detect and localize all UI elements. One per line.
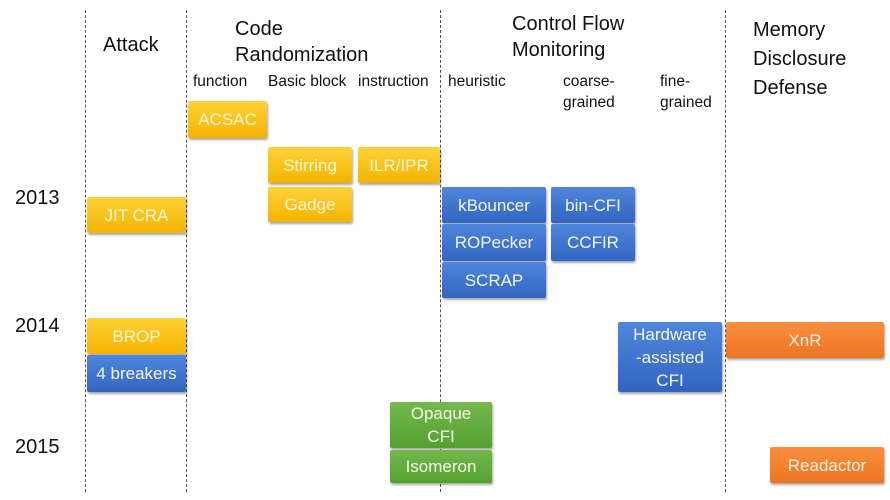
- column-divider: [725, 10, 726, 492]
- sub-basic-block: Basic block: [268, 73, 347, 90]
- box-ropecker: ROPecker: [442, 224, 546, 261]
- box-isomeron: Isomeron: [390, 450, 492, 483]
- sub-coarse-grained: coarse- grained: [563, 71, 615, 113]
- box-gadge: Gadge: [268, 187, 352, 222]
- sub-line: grained: [563, 94, 615, 111]
- box-opaque-cfi: Opaque CFI: [390, 402, 492, 448]
- header-line: Control Flow: [512, 13, 625, 35]
- header-line: Memory: [753, 19, 826, 41]
- header-line: Disclosure: [753, 48, 847, 70]
- sub-function: function: [193, 73, 248, 90]
- timeline-diagram: 2013 2014 2015 Attack Code Randomization…: [0, 0, 890, 500]
- box-ccfir: CCFIR: [551, 224, 635, 261]
- header-line: Defense: [753, 77, 828, 99]
- box-line: Hardware: [633, 324, 707, 344]
- box-kbouncer: kBouncer: [442, 187, 546, 223]
- sub-heuristic: heuristic: [448, 73, 506, 90]
- sub-line: coarse-: [563, 73, 615, 90]
- box-acsac: ACSAC: [188, 101, 267, 138]
- box-scrap: SCRAP: [442, 262, 546, 298]
- box-readactor: Readactor: [770, 447, 884, 483]
- header-memory-disclosure: Memory Disclosure Defense: [753, 16, 846, 103]
- box-stirring: Stirring: [268, 147, 352, 183]
- box-bin-cfi: bin-CFI: [551, 187, 635, 223]
- sub-line: grained: [660, 94, 712, 111]
- box-line: Opaque: [410, 404, 472, 423]
- box-line: CFI: [656, 370, 684, 390]
- header-line: Code: [235, 18, 283, 40]
- year-2015: 2015: [15, 436, 60, 458]
- box-xnr: XnR: [726, 322, 884, 358]
- header-line: Monitoring: [512, 39, 606, 61]
- header-attack: Attack: [103, 34, 159, 56]
- header-code-randomization: Code Randomization: [235, 16, 368, 68]
- year-2014: 2014: [15, 315, 60, 337]
- sub-instruction: instruction: [358, 73, 429, 90]
- sub-line: fine-: [660, 73, 691, 90]
- box-ilr-ipr: ILR/IPR: [358, 147, 440, 183]
- sub-fine-grained: fine- grained: [660, 71, 712, 113]
- box-line: -assisted: [635, 347, 705, 367]
- box-jit-cra: JIT CRA: [87, 197, 186, 233]
- header-line: Randomization: [235, 44, 369, 66]
- box-line: CFI: [427, 427, 455, 446]
- box-hardware-assisted-cfi: Hardware -assisted CFI: [618, 322, 722, 392]
- year-2013: 2013: [15, 187, 60, 209]
- box-4-breakers: 4 breakers: [87, 355, 186, 392]
- box-brop: BROP: [87, 318, 186, 354]
- header-control-flow: Control Flow Monitoring: [512, 11, 624, 63]
- column-divider: [85, 10, 86, 492]
- column-divider: [186, 10, 187, 492]
